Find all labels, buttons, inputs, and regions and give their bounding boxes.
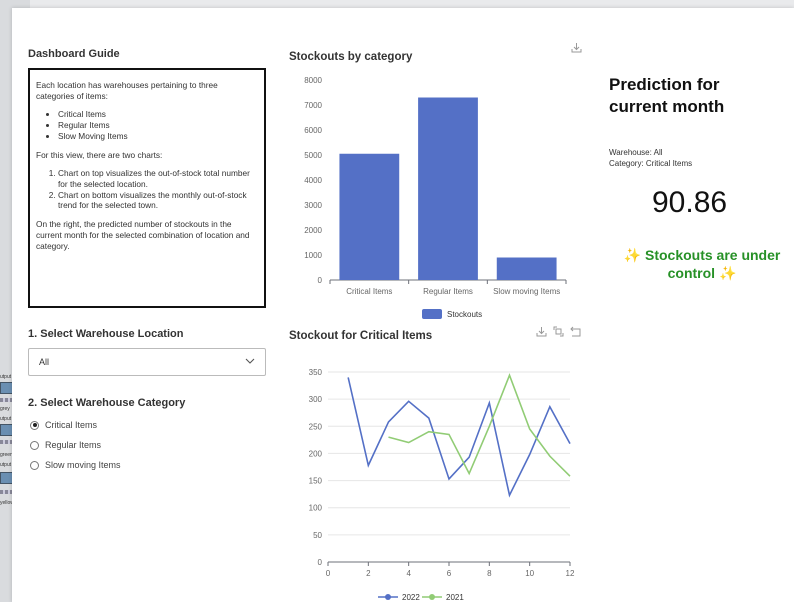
guide-charts-intro: For this view, there are two charts: — [36, 149, 163, 160]
guide-chart-item: Chart on bottom visualizes the monthly o… — [58, 190, 258, 212]
x-tick-label: 0 — [326, 569, 331, 578]
guide-category-item: Critical Items — [58, 109, 258, 120]
category-option-label: Slow moving Items — [45, 460, 121, 470]
x-tick-label: 6 — [447, 569, 452, 578]
series-line-2021 — [388, 373, 571, 477]
location-dropdown[interactable]: All — [28, 348, 266, 376]
x-tick-label: 2 — [366, 569, 371, 578]
bar-chart-title: Stockouts by category — [289, 51, 413, 63]
y-tick-label: 150 — [309, 477, 323, 486]
guide-title: Dashboard Guide — [28, 48, 120, 60]
y-tick-label: 6000 — [304, 126, 322, 135]
radio-selected-icon[interactable] — [30, 420, 39, 430]
radio-icon[interactable] — [30, 440, 39, 450]
guide-category-item: Slow Moving Items — [58, 131, 258, 142]
y-tick-label: 1000 — [304, 251, 322, 260]
legend-marker — [429, 594, 435, 600]
prediction-status: ✨ Stockouts are under control ✨ — [623, 247, 781, 282]
legend-swatch — [422, 309, 442, 319]
y-tick-label: 4000 — [304, 176, 322, 185]
y-tick-label: 350 — [309, 368, 323, 377]
y-tick-label: 7000 — [304, 101, 322, 110]
category-option-slow[interactable]: Slow moving Items — [30, 460, 121, 470]
series-line-2022 — [347, 377, 571, 498]
location-title: 1. Select Warehouse Location — [28, 328, 184, 340]
chevron-down-icon — [245, 358, 255, 364]
radio-icon[interactable] — [30, 460, 39, 470]
bar — [339, 153, 400, 280]
legend-label: Stockouts — [447, 310, 482, 319]
legend-label: 2021 — [446, 593, 464, 602]
x-tick-label: 10 — [525, 569, 534, 578]
y-tick-label: 200 — [309, 449, 323, 458]
y-tick-label: 250 — [309, 422, 323, 431]
category-title: 2. Select Warehouse Category — [28, 397, 186, 409]
zoom-icon[interactable] — [553, 326, 564, 337]
x-tick-label: 4 — [406, 569, 411, 578]
guide-chart-item: Chart on top visualizes the out-of-stock… — [58, 168, 258, 190]
guide-charts-list: Chart on top visualizes the out-of-stock… — [58, 168, 258, 212]
guide-category-list: Critical Items Regular Items Slow Moving… — [58, 109, 258, 142]
bar-chart: 0 1000 2000 3000 4000 5000 6000 7000 8000 Critica… — [304, 76, 567, 319]
download-icon[interactable] — [571, 42, 582, 53]
y-tick-label: 0 — [318, 558, 323, 567]
guide-intro: Each location has warehouses pertaining … — [36, 80, 218, 101]
x-tick-label: Slow moving Items — [493, 287, 560, 296]
y-tick-label: 100 — [309, 504, 323, 513]
x-tick-label: 8 — [487, 569, 492, 578]
category-option-label: Critical Items — [45, 420, 98, 430]
dashboard-panel: Dashboard Guide Each location has wareho… — [12, 8, 794, 602]
legend-marker — [385, 594, 391, 600]
y-tick-label: 8000 — [304, 76, 322, 85]
guide-box: Each location has warehouses pertaining … — [28, 68, 266, 308]
bar — [496, 257, 557, 280]
prediction-value: 90.86 — [652, 186, 728, 219]
line-chart-title: Stockout for Critical Items — [289, 330, 433, 342]
y-tick-label: 5000 — [304, 151, 322, 160]
bar — [418, 97, 478, 280]
guide-category-item: Regular Items — [58, 120, 258, 131]
x-tick-label: Critical Items — [346, 287, 392, 296]
x-tick-label: Regular Items — [423, 287, 473, 296]
y-tick-label: 2000 — [304, 226, 322, 235]
location-selected-value: All — [39, 357, 50, 367]
download-icon[interactable] — [536, 326, 547, 337]
prediction-warehouse: Warehouse: All — [609, 148, 663, 157]
y-tick-label: 50 — [313, 531, 322, 540]
prediction-title: Prediction for current month — [609, 75, 725, 116]
y-tick-label: 0 — [318, 276, 323, 285]
y-tick-label: 300 — [309, 395, 323, 404]
restore-icon[interactable] — [570, 326, 581, 337]
category-option-label: Regular Items — [45, 440, 102, 450]
category-option-critical[interactable]: Critical Items — [30, 420, 97, 430]
y-tick-label: 3000 — [304, 201, 322, 210]
x-tick-label: 12 — [566, 569, 575, 578]
prediction-category: Category: Critical Items — [609, 159, 693, 168]
line-chart: 0 50 100 150 200 250 300 350 0 2 4 6 8 10 12 2022 2021 — [309, 368, 575, 602]
category-option-regular[interactable]: Regular Items — [30, 440, 101, 450]
guide-right-note: On the right, the predicted number of st… — [36, 219, 250, 252]
legend-label: 2022 — [402, 593, 420, 602]
